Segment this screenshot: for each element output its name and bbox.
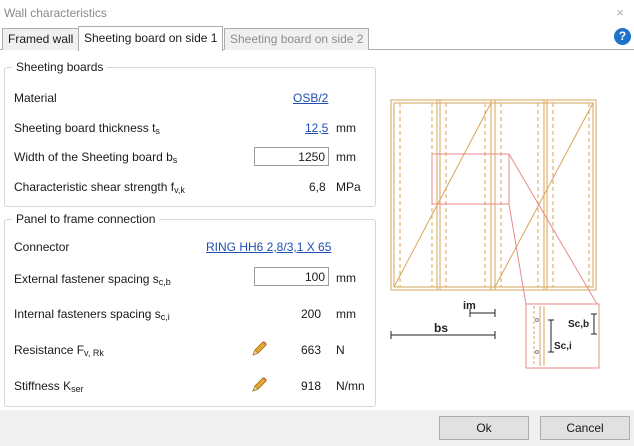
external-spacing-input[interactable]: 100 bbox=[254, 267, 329, 286]
panel-connection-legend: Panel to frame connection bbox=[12, 212, 160, 226]
im-dimension-label: im bbox=[463, 300, 476, 312]
shear-strength-unit: MPa bbox=[336, 180, 361, 194]
cancel-button[interactable]: Cancel bbox=[540, 416, 630, 440]
width-unit: mm bbox=[336, 150, 356, 164]
external-spacing-unit: mm bbox=[336, 271, 356, 285]
internal-spacing-value: 200 bbox=[301, 307, 322, 321]
help-icon[interactable]: ? bbox=[614, 28, 631, 45]
sci-dimension-label: Sc,i bbox=[554, 341, 572, 352]
tab-strip: Framed wall Sheeting board on side 1 She… bbox=[0, 26, 634, 51]
connector-label: Connector bbox=[14, 240, 70, 254]
title-bar: Wall characteristics × bbox=[0, 0, 634, 26]
thickness-link[interactable]: 12,5 bbox=[305, 121, 328, 135]
stiffness-label: Stiffness Kser bbox=[14, 379, 84, 394]
stiffness-value: 918 bbox=[301, 379, 322, 393]
window-title: Wall characteristics bbox=[4, 6, 107, 20]
connector-link[interactable]: RING HH6 2,8/3,1 X 65 bbox=[206, 240, 331, 254]
thickness-label: Sheeting board thickness ts bbox=[14, 121, 160, 136]
ok-button[interactable]: Ok bbox=[439, 416, 529, 440]
tab-framed-wall[interactable]: Framed wall bbox=[2, 28, 80, 50]
resistance-label: Resistance Fv, Rk bbox=[14, 343, 104, 358]
material-link[interactable]: OSB/2 bbox=[293, 91, 328, 105]
edit-stiffness-pencil-icon[interactable] bbox=[250, 376, 268, 394]
resistance-value: 663 bbox=[301, 343, 322, 357]
panel-connection-group: Panel to frame connection Connector RING… bbox=[4, 212, 376, 407]
scb-dimension-label: Sc,b bbox=[568, 319, 589, 330]
internal-spacing-label: Internal fasteners spacing sc,i bbox=[14, 307, 170, 322]
stiffness-unit: N/mn bbox=[336, 379, 365, 393]
edit-resistance-pencil-icon[interactable] bbox=[250, 340, 268, 358]
tab-sheeting-side-2[interactable]: Sheeting board on side 2 bbox=[224, 28, 370, 50]
width-input[interactable]: 1250 bbox=[254, 147, 329, 166]
shear-strength-value: 6,8 bbox=[309, 180, 326, 194]
tab-sheeting-side-1[interactable]: Sheeting board on side 1 bbox=[78, 26, 224, 51]
sheeting-boards-legend: Sheeting boards bbox=[12, 60, 108, 74]
shear-strength-label: Characteristic shear strength fv,k bbox=[14, 180, 185, 195]
internal-spacing-unit: mm bbox=[336, 307, 356, 321]
sheeting-boards-group: Sheeting boards Material OSB/2 Sheeting … bbox=[4, 60, 376, 207]
resistance-unit: N bbox=[336, 343, 345, 357]
thickness-unit: mm bbox=[336, 121, 356, 135]
detail-zoom bbox=[533, 306, 600, 366]
material-label: Material bbox=[14, 91, 57, 105]
detail-highlight bbox=[431, 153, 600, 369]
bs-dimension-label: bs bbox=[434, 321, 448, 335]
close-icon[interactable]: × bbox=[616, 5, 624, 20]
frame-drawing bbox=[390, 99, 597, 291]
wall-panel-diagram: im bs Sc,b Sc,i bbox=[390, 99, 600, 369]
width-label: Width of the Sheeting board bs bbox=[14, 150, 178, 165]
external-spacing-label: External fastener spacing sc,b bbox=[14, 272, 171, 287]
dialog-footer: Ok Cancel bbox=[0, 410, 634, 446]
